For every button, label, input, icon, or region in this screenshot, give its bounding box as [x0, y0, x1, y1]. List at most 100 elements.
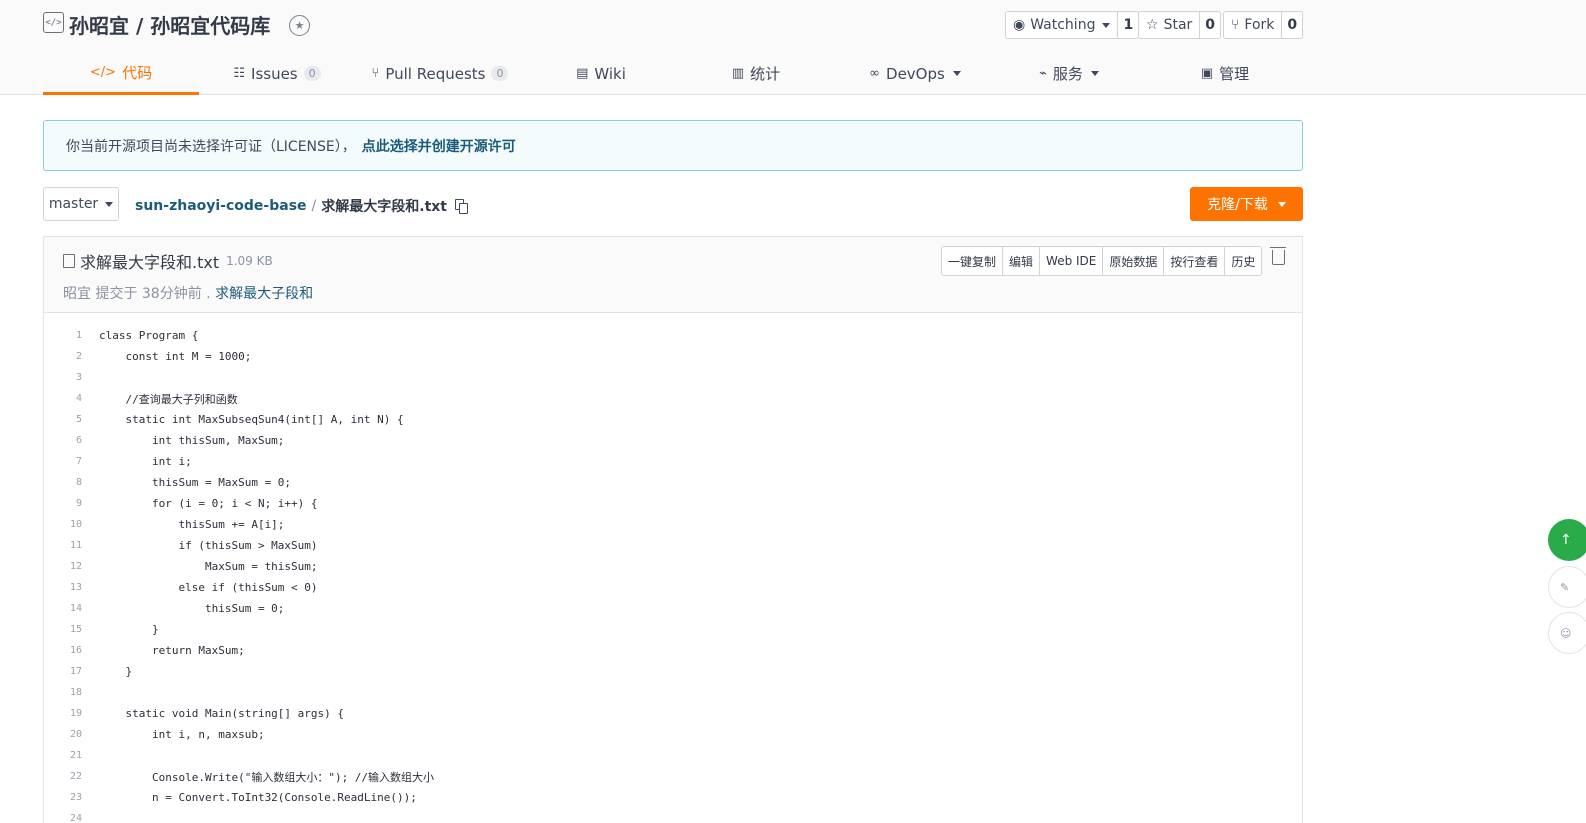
breadcrumb: sun-zhaoyi-code-base / 求解最大字段和.txt — [135, 196, 469, 216]
code-icon: </> — [89, 64, 117, 80]
line-content: Console.Write("输入数组大小："); //输入数组大小 — [99, 770, 435, 784]
license-notice: 你当前开源项目尚未选择许可证（LICENSE）， 点此选择并创建开源许可 — [43, 120, 1303, 171]
line-content: } — [99, 665, 133, 678]
edit-button[interactable]: 编辑 — [1003, 247, 1041, 275]
recommend-badge-icon[interactable]: ★ — [289, 15, 310, 36]
trash-icon[interactable] — [1270, 247, 1286, 265]
tab-issues[interactable]: ☷ Issues 0 — [226, 52, 328, 95]
code-line: 5 static int MaxSubseqSun4(int[] A, int … — [44, 409, 1302, 430]
tab-pull-requests[interactable]: ⑂ Pull Requests 0 — [368, 52, 512, 95]
line-number[interactable]: 2 — [44, 351, 82, 362]
line-number[interactable]: 4 — [44, 393, 82, 404]
branch-selector[interactable]: master — [43, 187, 119, 221]
chevron-down-icon — [1102, 22, 1111, 28]
line-number[interactable]: 20 — [44, 729, 82, 740]
line-number[interactable]: 16 — [44, 645, 82, 656]
commit-meta: 昭宜 提交于 38分钟前 . — [63, 286, 211, 302]
line-content: static int MaxSubseqSun4(int[] A, int N)… — [99, 413, 404, 426]
line-number[interactable]: 13 — [44, 582, 82, 593]
line-number[interactable]: 11 — [44, 540, 82, 551]
file-viewer: 求解最大字段和.txt 1.09 KB 昭宜 提交于 38分钟前 . 求解最大子… — [43, 236, 1303, 823]
watching-count[interactable]: 1 — [1117, 12, 1138, 38]
code-line: 12 MaxSum = thisSum; — [44, 556, 1302, 577]
chevron-down-icon — [1277, 201, 1286, 207]
line-content: for (i = 0; i < N; i++) { — [99, 497, 318, 510]
line-content: int i, n, maxsub; — [99, 728, 265, 741]
side-edit-button[interactable]: ✎ — [1548, 566, 1586, 608]
line-content: int i; — [99, 455, 192, 468]
code-line: 16 return MaxSum; — [44, 640, 1302, 661]
code-view: 1 class Program {2 const int M = 1000; 3 4 … — [44, 325, 1302, 823]
fork-button[interactable]: ⑂ Fork 0 — [1223, 11, 1304, 39]
line-number[interactable]: 8 — [44, 477, 82, 488]
code-line: 10 thisSum += A[i]; — [44, 514, 1302, 535]
line-number[interactable]: 19 — [44, 708, 82, 719]
copy-all-button[interactable]: 一键复制 — [942, 247, 1004, 275]
line-number[interactable]: 15 — [44, 624, 82, 635]
code-line: 14 thisSum = 0; — [44, 598, 1302, 619]
line-number[interactable]: 10 — [44, 519, 82, 530]
repo-tabs: </> 代码 ☷ Issues 0 ⑂ Pull Requests 0 ▤ Wiki ▥ 统计… — [0, 52, 1586, 95]
line-number[interactable]: 14 — [44, 603, 82, 614]
chart-icon: ▥ — [731, 66, 745, 81]
line-number[interactable]: 3 — [44, 372, 82, 383]
tab-manage[interactable]: ▣ 管理 — [1193, 52, 1257, 95]
line-number[interactable]: 6 — [44, 435, 82, 446]
floating-action-button[interactable]: ↑ — [1548, 519, 1586, 561]
breadcrumb-repo-link[interactable]: sun-zhaoyi-code-base — [135, 198, 307, 214]
fork-count[interactable]: 0 — [1281, 12, 1302, 38]
issues-icon: ☷ — [233, 66, 246, 81]
code-line: 22 Console.Write("输入数组大小："); //输入数组大小 — [44, 766, 1302, 787]
line-number[interactable]: 22 — [44, 771, 82, 782]
code-line: 17 } — [44, 661, 1302, 682]
tab-code[interactable]: </> 代码 — [43, 52, 199, 95]
star-button[interactable]: ☆ Star 0 — [1138, 11, 1222, 39]
line-number[interactable]: 7 — [44, 456, 82, 467]
license-notice-text: 你当前开源项目尚未选择许可证（LICENSE）， — [66, 138, 356, 155]
settings-doc-icon: ▣ — [1200, 66, 1214, 81]
eye-icon: ◉ — [1013, 17, 1026, 33]
line-number[interactable]: 12 — [44, 561, 82, 572]
code-line: 23 n = Convert.ToInt32(Console.ReadLine(… — [44, 787, 1302, 808]
clone-download-button[interactable]: 克隆/下载 — [1190, 187, 1303, 221]
commit-message-link[interactable]: 求解最大子段和 — [215, 286, 313, 302]
line-content: if (thisSum > MaxSum) — [99, 539, 318, 552]
code-line: 6 int thisSum, MaxSum; — [44, 430, 1302, 451]
tab-wiki[interactable]: ▤ Wiki — [565, 52, 637, 95]
issues-count: 0 — [303, 66, 321, 81]
watching-button[interactable]: ◉ Watching 1 — [1005, 11, 1140, 39]
line-number[interactable]: 9 — [44, 498, 82, 509]
book-icon: ▤ — [576, 66, 589, 81]
copy-path-icon[interactable] — [455, 198, 469, 214]
history-button[interactable]: 历史 — [1225, 247, 1261, 275]
tab-services[interactable]: ⌁ 服务 — [1030, 52, 1108, 95]
line-number[interactable]: 17 — [44, 666, 82, 677]
raw-button[interactable]: 原始数据 — [1103, 247, 1165, 275]
line-number[interactable]: 24 — [44, 813, 82, 823]
star-count[interactable]: 0 — [1199, 12, 1220, 38]
line-content: MaxSum = thisSum; — [99, 560, 318, 573]
line-number[interactable]: 23 — [44, 792, 82, 803]
file-actions: 一键复制 编辑 Web IDE 原始数据 按行查看 历史 — [941, 246, 1263, 276]
chevron-down-icon — [1090, 71, 1099, 76]
line-content: } — [99, 623, 159, 636]
create-license-link[interactable]: 点此选择并创建开源许可 — [362, 136, 516, 156]
tab-devops[interactable]: ∞ DevOps — [862, 52, 968, 95]
web-ide-button[interactable]: Web IDE — [1040, 247, 1104, 275]
code-line: 15 } — [44, 619, 1302, 640]
side-feedback-button[interactable]: ☺ — [1548, 612, 1586, 654]
tab-stats[interactable]: ▥ 统计 — [722, 52, 790, 95]
repo-code-icon: </> — [43, 12, 64, 33]
line-number[interactable]: 18 — [44, 687, 82, 698]
code-line: 19 static void Main(string[] args) { — [44, 703, 1302, 724]
infinity-icon: ∞ — [869, 66, 881, 81]
repo-title[interactable]: 孙昭宜 / 孙昭宜代码库 — [69, 10, 270, 39]
line-number[interactable]: 21 — [44, 750, 82, 761]
code-line: 13 else if (thisSum < 0) — [44, 577, 1302, 598]
file-header: 求解最大字段和.txt 1.09 KB 昭宜 提交于 38分钟前 . 求解最大子… — [44, 237, 1302, 313]
blame-button[interactable]: 按行查看 — [1164, 247, 1226, 275]
line-number[interactable]: 1 — [44, 330, 82, 341]
code-line: 4 //查询最大子列和函数 — [44, 388, 1302, 409]
line-number[interactable]: 5 — [44, 414, 82, 425]
line-content: const int M = 1000; — [99, 350, 252, 363]
